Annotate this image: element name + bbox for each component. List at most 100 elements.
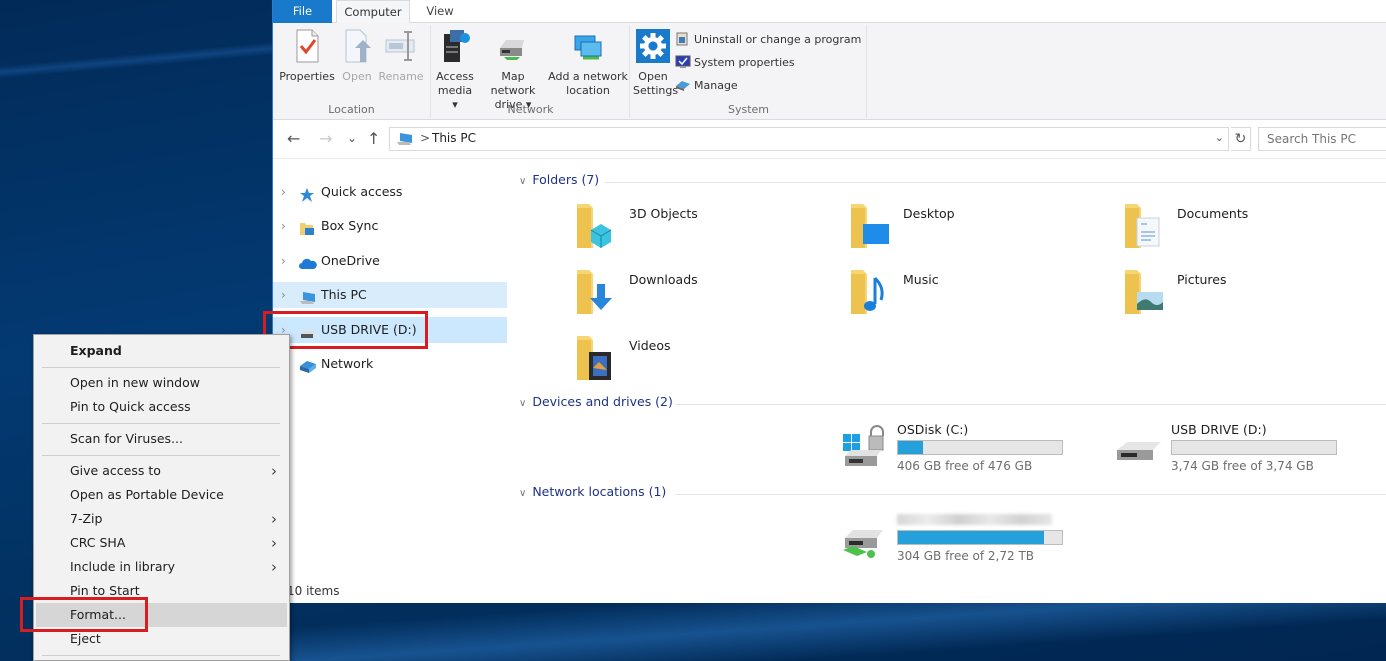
nav-item-this-pc[interactable]: › This PC — [273, 282, 507, 308]
folder-downloads[interactable]: Downloads — [575, 268, 835, 324]
uninstall-program-icon — [675, 32, 691, 46]
menu-item-include-in-library[interactable]: Include in library › — [36, 555, 287, 579]
menu-item-format[interactable]: Format... — [36, 603, 287, 627]
tab-view[interactable]: View — [418, 0, 462, 23]
chevron-right-icon: › — [271, 558, 277, 576]
nav-item-usb-drive[interactable]: › USB DRIVE (D:) — [273, 317, 507, 343]
forward-button[interactable]: → — [319, 129, 332, 148]
quick-access-star-icon — [299, 185, 315, 202]
rename-button[interactable]: Rename — [377, 28, 425, 84]
menu-item-expand[interactable]: Expand — [36, 339, 287, 363]
videos-folder-icon — [575, 334, 615, 382]
network-icon — [299, 357, 316, 373]
chevron-right-icon[interactable]: › — [281, 248, 286, 274]
nav-item-box-sync[interactable]: › Box Sync — [273, 213, 507, 239]
menu-separator — [42, 455, 280, 456]
ribbon-group-label: Network — [507, 103, 554, 116]
menu-item-scan-for-viruses[interactable]: Scan for Viruses... — [36, 427, 287, 451]
menu-item-crc-sha[interactable]: CRC SHA › — [36, 531, 287, 555]
3d-objects-folder-icon — [575, 202, 615, 250]
refresh-button[interactable]: ↻ — [1231, 127, 1251, 151]
menu-item-7-zip[interactable]: 7-Zip › — [36, 507, 287, 531]
open-settings-button[interactable]: Open Settings — [633, 28, 678, 98]
ribbon: Properties Open Rename Location Access m… — [273, 23, 1386, 120]
chevron-right-icon: › — [271, 462, 277, 480]
network-location-drive[interactable]: 304 GB free of 2,72 TB — [841, 512, 1101, 568]
nav-item-onedrive[interactable]: › OneDrive — [273, 248, 507, 274]
access-media-icon — [438, 28, 472, 64]
breadcrumb-this-pc[interactable]: This PC — [432, 131, 476, 145]
devices-group-header[interactable]: ∨ Devices and drives (2) — [519, 394, 1386, 414]
menu-item-give-access-to[interactable]: Give access to › — [36, 459, 287, 483]
menu-separator — [42, 423, 280, 424]
divider — [675, 494, 1386, 495]
menu-item-open-as-portable-device[interactable]: Open as Portable Device — [36, 483, 287, 507]
usb-drive-icon — [1115, 422, 1163, 470]
chevron-right-icon[interactable]: › — [281, 282, 286, 308]
pictures-folder-icon — [1123, 268, 1163, 316]
content-pane: ∨ Folders (7) 3D Objects Desktop Document… — [509, 160, 1386, 580]
context-menu: Expand Open in new window Pin to Quick a… — [33, 334, 290, 661]
desktop-wallpaper-streak — [290, 600, 1386, 661]
ribbon-group-network: Access media ▾ Map network drive ▾ Add a… — [432, 25, 630, 118]
desktop-wallpaper — [0, 40, 280, 80]
usb-drive-icon — [299, 323, 316, 338]
nav-item-quick-access[interactable]: › Quick access — [273, 179, 507, 205]
access-media-button[interactable]: Access media ▾ — [434, 28, 476, 112]
folder-pictures[interactable]: Pictures — [1123, 268, 1383, 324]
menu-separator — [42, 655, 280, 656]
add-network-location-button[interactable]: Add a network location — [548, 28, 628, 98]
map-network-drive-button[interactable]: Map network drive ▾ — [478, 28, 548, 112]
open-button[interactable]: Open — [339, 28, 375, 84]
properties-button[interactable]: Properties — [277, 28, 337, 84]
add-network-location-icon — [571, 28, 605, 64]
manage-button[interactable]: Manage — [675, 76, 738, 96]
blurred-network-name — [897, 514, 1052, 525]
properties-icon — [290, 28, 324, 64]
item-count: 10 items — [287, 584, 340, 598]
folders-group-header[interactable]: ∨ Folders (7) — [519, 172, 1386, 192]
chevron-right-icon: › — [271, 534, 277, 552]
documents-folder-icon — [1123, 202, 1163, 250]
ribbon-tab-bar: File Computer View — [273, 0, 1386, 24]
menu-item-open-in-new-window[interactable]: Open in new window — [36, 371, 287, 395]
address-bar[interactable]: > This PC ⌄ — [389, 127, 1229, 151]
rename-icon — [384, 28, 418, 64]
chevron-right-icon[interactable]: › — [281, 213, 286, 239]
folder-videos[interactable]: Videos — [575, 334, 835, 390]
tab-computer[interactable]: Computer — [336, 0, 410, 24]
menu-item-pin-to-start[interactable]: Pin to Start — [36, 579, 287, 603]
nav-item-network[interactable]: › Network — [273, 351, 507, 377]
menu-item-pin-to-quick-access[interactable]: Pin to Quick access — [36, 395, 287, 419]
up-button[interactable]: ↑ — [367, 129, 380, 148]
manage-icon — [675, 78, 691, 92]
uninstall-program-button[interactable]: Uninstall or change a program — [675, 30, 861, 50]
address-toolbar: ← → ⌄ ↑ > This PC ⌄ ↻ — [273, 121, 1386, 159]
search-input[interactable] — [1258, 127, 1386, 151]
menu-item-eject[interactable]: Eject — [36, 627, 287, 651]
box-sync-icon — [299, 219, 315, 235]
folder-3d-objects[interactable]: 3D Objects — [575, 202, 835, 258]
settings-gear-icon — [636, 28, 670, 64]
chevron-right-icon[interactable]: › — [281, 179, 286, 205]
system-properties-button[interactable]: System properties — [675, 53, 795, 73]
divider — [605, 182, 1386, 183]
folder-documents[interactable]: Documents — [1123, 202, 1383, 258]
system-properties-icon — [675, 55, 691, 69]
drive-usage-bar — [897, 440, 1063, 455]
network-locations-group-header[interactable]: ∨ Network locations (1) — [519, 484, 1386, 504]
back-button[interactable]: ← — [287, 129, 300, 148]
drive-osdisk-c[interactable]: OSDisk (C:) 406 GB free of 476 GB — [841, 422, 1101, 478]
desktop-folder-icon — [849, 202, 889, 250]
tab-file[interactable]: File — [273, 0, 332, 23]
network-drive-icon — [841, 512, 889, 560]
chevron-down-icon: ∨ — [519, 398, 527, 409]
folder-desktop[interactable]: Desktop — [849, 202, 1109, 258]
folder-music[interactable]: Music — [849, 268, 1109, 324]
recent-locations-button[interactable]: ⌄ — [347, 131, 357, 145]
drive-usage-fill — [898, 441, 923, 454]
address-dropdown-button[interactable]: ⌄ — [1215, 131, 1224, 144]
status-bar: 10 items — [273, 580, 1386, 603]
drive-usb-d[interactable]: USB DRIVE (D:) 3,74 GB free of 3,74 GB — [1115, 422, 1375, 478]
drive-usage-fill — [898, 531, 1044, 544]
